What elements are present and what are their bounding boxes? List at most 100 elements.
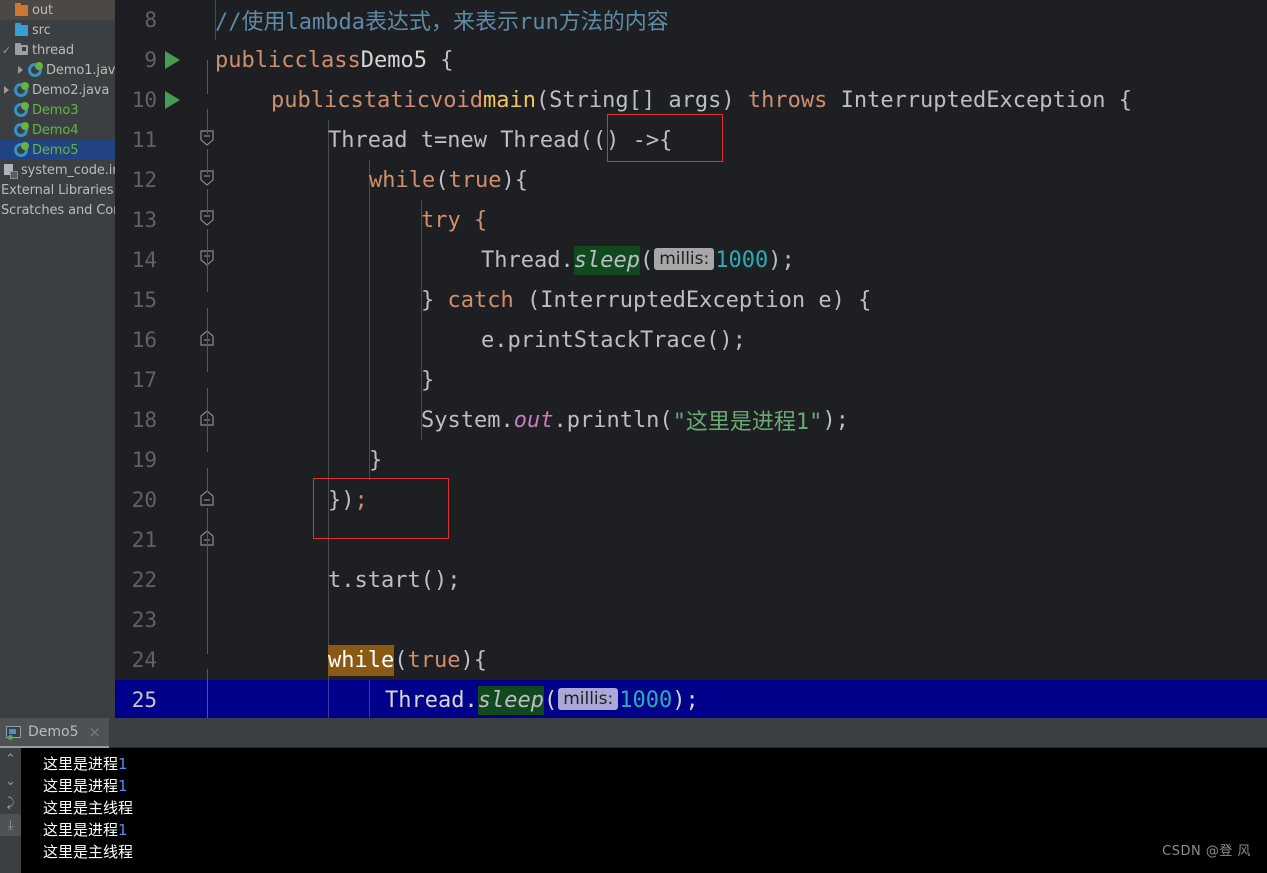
editor-line[interactable]: 20 }); <box>115 480 1267 546</box>
declaration-token: Thread t=new <box>328 127 501 153</box>
line-content[interactable]: Thread. sleep(millis: 1000); <box>385 680 699 718</box>
brace-token: } <box>421 367 435 393</box>
console-line: 这里是主线程 <box>43 797 1267 819</box>
tree-item-src[interactable]: src <box>0 20 115 40</box>
scroll-to-end-icon[interactable]: ⤓ <box>0 814 21 836</box>
fold-end-icon[interactable] <box>198 451 216 506</box>
keyword-token: static <box>350 87 430 113</box>
console-tab-bar: Demo5 × <box>0 718 1267 748</box>
close-icon[interactable]: × <box>89 724 102 740</box>
tree-item-demo3[interactable]: Demo3 <box>0 100 115 120</box>
tree-item-demo4[interactable]: Demo4 <box>0 120 115 140</box>
editor-line[interactable]: 23 <box>115 600 1267 640</box>
editor-line[interactable]: 9 public class Demo5 { <box>115 40 1267 80</box>
editor-line[interactable]: 12 while(true){ <box>115 160 1267 226</box>
java-class-icon <box>13 102 29 117</box>
editor-line[interactable]: 18 System. out .println("这里是进程1"); <box>115 400 1267 440</box>
tree-item-demo1[interactable]: Demo1.java <box>0 60 115 80</box>
editor-line[interactable]: 8 //使用lambda表达式，来表示run方法的内容 <box>115 0 1267 40</box>
semicolon-token: ; <box>354 487 368 513</box>
console-line: 这里是进程1 <box>43 775 1267 797</box>
soft-wrap-icon[interactable]: ⤸ <box>0 792 21 814</box>
tree-item-external-libraries[interactable]: External Libraries <box>0 180 115 200</box>
tree-item-label: Demo2.java <box>32 82 110 98</box>
tree-item-label: Scratches and Consoles <box>1 202 115 218</box>
line-content[interactable]: } <box>421 360 434 400</box>
console-tab-demo5[interactable]: Demo5 × <box>0 718 110 748</box>
line-content[interactable]: while(true){ <box>328 640 487 680</box>
line-number: 13 <box>131 208 157 232</box>
scroll-up-icon[interactable]: ⌃ <box>0 748 21 770</box>
editor-line[interactable]: 11 Thread t=new Thread(() ->{ <box>115 120 1267 186</box>
console-line-text: 这里是进程 <box>43 755 119 773</box>
editor-line[interactable]: 17 } <box>115 360 1267 426</box>
tree-item-system-code-iml[interactable]: system_code.iml <box>0 160 115 180</box>
field-token: out <box>513 407 554 433</box>
line-content[interactable]: //使用lambda表达式，来表示run方法的内容 <box>215 0 669 40</box>
keyword-token: true <box>407 647 461 673</box>
editor-line[interactable]: 22 t.start(); <box>115 560 1267 600</box>
fold-start-icon[interactable] <box>198 171 216 226</box>
line-content[interactable]: public class Demo5 { <box>215 40 453 80</box>
console-line-text: 这里是进程 <box>43 777 119 795</box>
fold-end-icon[interactable] <box>198 371 216 426</box>
line-content[interactable]: Thread. sleep(millis: 1000); <box>481 240 795 280</box>
code-editor[interactable]: 8 //使用lambda表达式，来表示run方法的内容 9 public cla… <box>115 0 1267 718</box>
line-content[interactable]: System. out .println("这里是进程1"); <box>421 400 849 440</box>
line-content[interactable]: } <box>369 440 382 480</box>
run-gutter-icon[interactable] <box>165 51 180 69</box>
paren-token: ); <box>822 407 849 433</box>
java-class-icon <box>27 62 43 77</box>
tree-item-thread[interactable]: ✓ thread <box>0 40 115 60</box>
line-content[interactable]: while(true){ <box>369 160 528 200</box>
tree-item-label: system_code.iml <box>21 162 115 178</box>
fold-start-icon[interactable] <box>198 131 216 186</box>
fold-start-icon[interactable] <box>198 211 216 266</box>
tree-item-label: External Libraries <box>1 182 114 198</box>
line-content[interactable]: } catch (InterruptedException e) { <box>421 280 871 320</box>
scroll-down-icon[interactable]: ⌄ <box>0 770 21 792</box>
editor-line[interactable]: 19 } <box>115 440 1267 506</box>
keyword-token: try { <box>421 207 488 233</box>
project-tree-sidebar[interactable]: out src ✓ thread Demo1.java Demo2.java D… <box>0 0 115 718</box>
chevron-right-icon[interactable] <box>14 66 27 74</box>
editor-line[interactable]: 14 Thread. sleep(millis: 1000); <box>115 240 1267 280</box>
method-highlight-token: sleep <box>477 685 544 715</box>
chevron-right-icon[interactable] <box>0 86 13 94</box>
tree-item-label: Demo1.java <box>46 62 115 78</box>
line-content[interactable]: }); <box>328 480 368 520</box>
editor-line[interactable]: 24 while(true){ <box>115 640 1267 706</box>
line-content[interactable]: e.printStackTrace(); <box>481 320 746 360</box>
keyword-token: while <box>369 167 436 193</box>
fold-start-icon[interactable] <box>198 91 216 146</box>
tree-item-demo2[interactable]: Demo2.java <box>0 80 115 100</box>
paren-token: ( <box>394 647 408 673</box>
fold-end-icon[interactable] <box>198 491 216 546</box>
keyword-token: public <box>215 47 295 73</box>
line-content[interactable]: Thread t=new Thread(() ->{ <box>328 120 672 160</box>
editor-line-current[interactable]: 25 Thread. sleep(millis: 1000); <box>115 680 1267 718</box>
checkmark-icon[interactable]: ✓ <box>0 45 13 56</box>
brace-token: } <box>421 287 448 313</box>
line-content[interactable]: try { <box>421 200 487 240</box>
parameter-hint-badge: millis: <box>558 688 619 710</box>
line-content[interactable]: public static void main (String[] args) t… <box>271 80 1132 120</box>
console-line: 这里是进程1 <box>43 819 1267 841</box>
tree-item-out[interactable]: out <box>0 0 115 20</box>
run-gutter-icon[interactable] <box>165 91 180 109</box>
editor-line[interactable]: 21 <box>115 520 1267 560</box>
editor-line[interactable]: 13 try { <box>115 200 1267 266</box>
editor-line[interactable]: 10 public static void main (String[] args… <box>115 80 1267 146</box>
editor-line[interactable]: 16 e.printStackTrace(); <box>115 320 1267 360</box>
lambda-token: () ->{ <box>592 127 673 153</box>
keyword-token: catch <box>447 287 514 313</box>
line-content[interactable]: t.start(); <box>328 560 460 600</box>
editor-line[interactable]: 15 } catch (InterruptedException e) { <box>115 280 1267 346</box>
keyword-token: true <box>448 167 502 193</box>
console-side-toolbar[interactable]: ⌃ ⌄ ⤸ ⤓ <box>0 748 21 873</box>
fold-end-icon[interactable] <box>198 291 216 346</box>
console-output-area[interactable]: 这里是进程1 这里是进程1 这里是主线程 这里是进程1 这里是主线程 <box>21 748 1267 873</box>
fold-start-icon[interactable] <box>198 651 216 706</box>
tree-item-demo5[interactable]: Demo5 <box>0 140 115 160</box>
tree-item-scratches-and-consoles[interactable]: Scratches and Consoles <box>0 200 115 220</box>
